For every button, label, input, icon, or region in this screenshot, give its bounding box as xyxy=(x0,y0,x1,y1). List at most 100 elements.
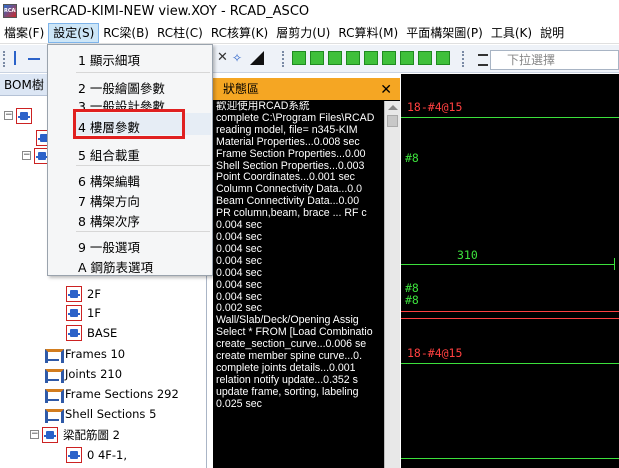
menu-rc-column[interactable]: RC柱(C) xyxy=(153,23,207,43)
status-panel: 狀態區 ✕ 歡迎使用RCAD系統 complete C:\Program Fil… xyxy=(213,78,400,468)
menu-item-general-options[interactable]: 9 一般選項 xyxy=(78,237,140,256)
tree-item-joints[interactable]: Joints 210 xyxy=(44,364,122,383)
green-tool-2-icon[interactable] xyxy=(310,51,324,65)
toolbar-grip-2[interactable] xyxy=(282,51,285,67)
menu-story-shear[interactable]: 層剪力(U) xyxy=(272,23,334,43)
menu-item-design-params[interactable]: 3 一般設計參數 xyxy=(78,96,165,110)
green-tool-4-icon[interactable] xyxy=(346,51,360,65)
tree-item-label: 1F xyxy=(87,305,101,320)
collapse-icon[interactable]: − xyxy=(30,430,39,439)
log-line: 0.004 sec xyxy=(216,266,262,279)
app-icon: RCAD xyxy=(3,4,17,18)
menu-file[interactable]: 檔案(F) xyxy=(0,23,48,43)
tree-item-shell-sections[interactable]: Shell Sections 5 xyxy=(44,404,156,423)
rebar-label: #8 xyxy=(405,293,419,307)
log-line: 0.004 sec xyxy=(216,278,262,291)
rebar-label: 18-#4@15 xyxy=(407,100,463,114)
menu-separator xyxy=(76,231,210,232)
tree-item-4f-1[interactable]: 0 4F-1, xyxy=(66,445,127,464)
story-icon xyxy=(66,285,82,302)
collapse-icon[interactable]: − xyxy=(22,151,31,160)
frame-icon xyxy=(44,386,64,403)
status-panel-title: 狀態區 xyxy=(223,82,260,96)
rebar-label: #8 xyxy=(405,151,419,165)
menu-help[interactable]: 說明 xyxy=(536,23,568,43)
drawing-canvas[interactable]: 18-#4@15 #8 310 #8 #8 18-#4@15 xyxy=(401,74,619,468)
green-tool-9-icon[interactable] xyxy=(436,51,450,65)
tree-item-label: Frames 10 xyxy=(65,346,126,361)
menu-rc-check[interactable]: RC核算(K) xyxy=(207,23,272,43)
list-icon xyxy=(478,54,488,66)
scroll-up-icon[interactable] xyxy=(388,105,398,110)
collapse-icon[interactable]: − xyxy=(4,111,13,120)
tree-item-label: Joints 210 xyxy=(65,366,123,381)
status-scrollbar[interactable] xyxy=(384,101,400,468)
menu-item-frame-order[interactable]: 8 構架次序 xyxy=(78,211,140,230)
menu-rc-beam[interactable]: RC梁(B) xyxy=(99,23,153,43)
tree-item-base[interactable]: BASE xyxy=(66,323,117,342)
dimension-tick xyxy=(614,258,615,270)
tree-item-frame-sections[interactable]: Frame Sections 292 xyxy=(44,384,179,403)
fill-tool-icon[interactable] xyxy=(250,51,264,65)
story-icon xyxy=(66,304,82,321)
tree-item-label: Shell Sections 5 xyxy=(65,406,157,421)
cross-tool-icon[interactable]: ✕ xyxy=(217,51,231,65)
dimension-label: 310 xyxy=(457,248,478,262)
tree-item-label: 0 4F-1, xyxy=(87,447,128,462)
menu-plan-frame[interactable]: 平面構架圖(P) xyxy=(402,23,487,43)
story-icon xyxy=(66,324,82,341)
menu-settings[interactable]: 設定(S) xyxy=(48,23,100,43)
beam-line xyxy=(401,311,619,312)
log-line: Frame Section Properties...0.00 xyxy=(216,147,366,160)
toolbar-grip-3[interactable] xyxy=(462,51,465,67)
menu-item-rebar-table-options[interactable]: A 鋼筋表選項 xyxy=(78,257,153,276)
dash-tool-icon[interactable] xyxy=(28,58,40,60)
frame-icon xyxy=(44,346,64,363)
frame-icon xyxy=(44,406,64,423)
beam-line xyxy=(401,363,619,364)
frame-icon xyxy=(44,366,64,383)
node-icon xyxy=(42,426,58,443)
green-tool-5-icon[interactable] xyxy=(364,51,378,65)
log-line: 0.025 sec xyxy=(216,397,262,410)
menu-item-frame-direction[interactable]: 7 構架方向 xyxy=(78,191,140,210)
log-line: update frame, sorting, labeling xyxy=(216,385,359,398)
green-tool-1-icon[interactable] xyxy=(292,51,306,65)
green-tool-6-icon[interactable] xyxy=(382,51,396,65)
menu-separator xyxy=(76,165,210,166)
tree-item-frames[interactable]: Frames 10 xyxy=(44,344,125,363)
scroll-thumb[interactable] xyxy=(387,115,398,127)
menu-item-drawing-params[interactable]: 2 一般繪圖參數 xyxy=(78,78,165,97)
log-line: relation notify update...0.352 s xyxy=(216,373,358,386)
tree-item-beam-rebar[interactable]: − 梁配筋圖 2 xyxy=(30,425,120,444)
tree-item-2f[interactable]: 2F xyxy=(66,284,101,303)
toolbar-grip[interactable] xyxy=(3,51,6,67)
menu-tools[interactable]: 工具(K) xyxy=(487,23,536,43)
tree-item-1f[interactable]: 1F xyxy=(66,303,101,322)
menu-rc-quantity[interactable]: RC算料(M) xyxy=(334,23,402,43)
highlight-box xyxy=(73,109,185,139)
menu-separator xyxy=(76,72,210,73)
log-line: 0.004 sec xyxy=(216,242,262,255)
log-line: reading model, file= n345-KIM xyxy=(216,123,358,136)
log-line: 0.004 sec xyxy=(216,254,262,267)
select-dropdown[interactable]: 下拉選擇 xyxy=(490,50,619,70)
green-tool-7-icon[interactable] xyxy=(400,51,414,65)
node-icon xyxy=(16,107,32,124)
menu-item-show-details[interactable]: 1 顯示細項 xyxy=(78,50,140,69)
green-tool-8-icon[interactable] xyxy=(418,51,432,65)
line-tool-icon[interactable] xyxy=(14,51,17,65)
rebar-label: 18-#4@15 xyxy=(407,346,463,360)
menu-item-load-combination[interactable]: 5 組合載重 xyxy=(78,145,140,164)
close-icon[interactable]: ✕ xyxy=(380,79,392,101)
tree-item-label: 梁配筋圖 2 xyxy=(63,427,120,442)
status-log: 歡迎使用RCAD系統 complete C:\Program Files\RCA… xyxy=(216,101,382,468)
log-line: Material Properties...0.008 sec xyxy=(216,135,360,148)
status-panel-header: 狀態區 ✕ xyxy=(213,78,400,100)
title-bar: RCAD userRCAD-KIMI-NEW view.XOY - RCAD_A… xyxy=(0,0,619,22)
green-tool-3-icon[interactable] xyxy=(328,51,342,65)
menu-item-frame-edit[interactable]: 6 構架編輯 xyxy=(78,171,140,190)
tree-root[interactable]: − xyxy=(4,106,37,125)
beam-line xyxy=(401,318,619,319)
snap-tool-icon[interactable]: ✧ xyxy=(232,51,246,65)
